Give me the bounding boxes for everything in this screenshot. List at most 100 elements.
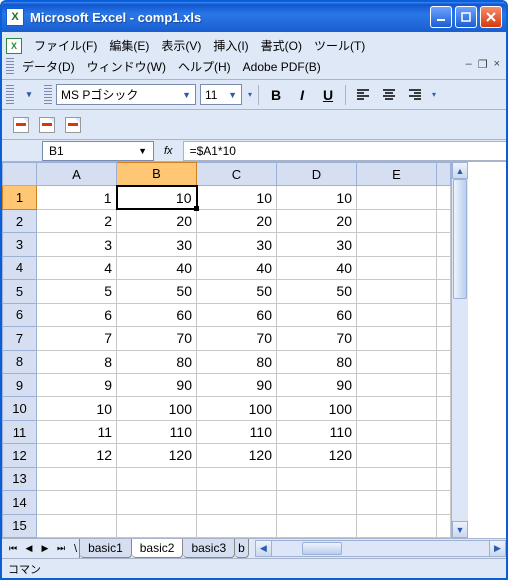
- cell-C9[interactable]: 90: [197, 373, 277, 396]
- cell-E4[interactable]: [357, 256, 437, 279]
- spreadsheet-grid[interactable]: ABCDE11101010222020203330303044404040555…: [2, 162, 451, 538]
- row-header-15[interactable]: 15: [3, 514, 37, 537]
- row-header-1[interactable]: 1: [3, 186, 37, 209]
- formula-input[interactable]: =$A1*10: [183, 141, 506, 161]
- cell-partial[interactable]: [437, 397, 451, 420]
- cell-C11[interactable]: 110: [197, 420, 277, 443]
- cell-D11[interactable]: 110: [277, 420, 357, 443]
- cell-partial[interactable]: [437, 491, 451, 514]
- row-header-10[interactable]: 10: [3, 397, 37, 420]
- cell-B8[interactable]: 80: [117, 350, 197, 373]
- cell-partial[interactable]: [437, 350, 451, 373]
- cell-C15[interactable]: [197, 514, 277, 537]
- cell-D10[interactable]: 100: [277, 397, 357, 420]
- column-header-A[interactable]: A: [37, 163, 117, 186]
- cell-A3[interactable]: 3: [37, 233, 117, 256]
- select-all-corner[interactable]: [3, 163, 37, 186]
- cell-B6[interactable]: 60: [117, 303, 197, 326]
- menu-edit[interactable]: 編集(E): [103, 35, 155, 56]
- workbook-icon[interactable]: X: [6, 38, 22, 54]
- menu-help[interactable]: ヘルプ(H): [172, 56, 237, 77]
- cell-B11[interactable]: 110: [117, 420, 197, 443]
- cell-B2[interactable]: 20: [117, 209, 197, 232]
- toolbar-grip[interactable]: [6, 58, 14, 76]
- cell-C7[interactable]: 70: [197, 327, 277, 350]
- scroll-down-button[interactable]: ▼: [452, 521, 468, 538]
- scroll-up-button[interactable]: ▲: [452, 162, 468, 179]
- cell-D12[interactable]: 120: [277, 444, 357, 467]
- cell-partial[interactable]: [437, 420, 451, 443]
- scroll-thumb[interactable]: [302, 542, 342, 555]
- cell-E11[interactable]: [357, 420, 437, 443]
- cell-D13[interactable]: [277, 467, 357, 490]
- column-header-B[interactable]: B: [117, 163, 197, 186]
- maximize-button[interactable]: [455, 6, 477, 28]
- cell-C4[interactable]: 40: [197, 256, 277, 279]
- bold-button[interactable]: B: [265, 84, 287, 106]
- cell-C1[interactable]: 10: [197, 186, 277, 209]
- cell-partial[interactable]: [437, 514, 451, 537]
- sheet-tab-basic1[interactable]: basic1: [80, 539, 132, 558]
- mdi-minimize-button[interactable]: –: [466, 58, 472, 71]
- sheet-tab-basic2[interactable]: basic2: [132, 539, 184, 558]
- scroll-track[interactable]: [272, 540, 489, 557]
- row-header-5[interactable]: 5: [3, 280, 37, 303]
- cell-E8[interactable]: [357, 350, 437, 373]
- cell-E7[interactable]: [357, 327, 437, 350]
- toolbar-grip[interactable]: [6, 85, 14, 105]
- tab-prev-button[interactable]: ◀: [22, 542, 36, 556]
- menu-insert[interactable]: 挿入(I): [207, 35, 254, 56]
- cell-C2[interactable]: 20: [197, 209, 277, 232]
- cell-partial[interactable]: [437, 373, 451, 396]
- cell-A15[interactable]: [37, 514, 117, 537]
- cell-E12[interactable]: [357, 444, 437, 467]
- cell-E5[interactable]: [357, 280, 437, 303]
- chevron-down-icon[interactable]: ▾: [432, 90, 436, 99]
- cell-D2[interactable]: 20: [277, 209, 357, 232]
- cell-A4[interactable]: 4: [37, 256, 117, 279]
- cell-C14[interactable]: [197, 491, 277, 514]
- cell-B5[interactable]: 50: [117, 280, 197, 303]
- toolbar-overflow-button[interactable]: ▾: [18, 84, 40, 106]
- column-header-D[interactable]: D: [277, 163, 357, 186]
- cell-C12[interactable]: 120: [197, 444, 277, 467]
- cell-D8[interactable]: 80: [277, 350, 357, 373]
- cell-partial[interactable]: [437, 280, 451, 303]
- cell-D7[interactable]: 70: [277, 327, 357, 350]
- cell-B3[interactable]: 30: [117, 233, 197, 256]
- name-box[interactable]: B1 ▼: [42, 141, 154, 161]
- scroll-track[interactable]: [452, 179, 468, 521]
- row-header-6[interactable]: 6: [3, 303, 37, 326]
- pdf-create-review-button[interactable]: [62, 114, 84, 136]
- cell-C10[interactable]: 100: [197, 397, 277, 420]
- cell-A10[interactable]: 10: [37, 397, 117, 420]
- cell-D15[interactable]: [277, 514, 357, 537]
- row-header-14[interactable]: 14: [3, 491, 37, 514]
- cell-A9[interactable]: 9: [37, 373, 117, 396]
- font-size-select[interactable]: 11 ▼: [200, 84, 242, 105]
- pdf-create-email-button[interactable]: [36, 114, 58, 136]
- menu-format[interactable]: 書式(O): [255, 35, 308, 56]
- tab-last-button[interactable]: ⏭: [54, 542, 68, 556]
- row-header-8[interactable]: 8: [3, 350, 37, 373]
- cell-partial[interactable]: [437, 209, 451, 232]
- menu-data[interactable]: データ(D): [16, 56, 81, 77]
- cell-E1[interactable]: [357, 186, 437, 209]
- cell-A8[interactable]: 8: [37, 350, 117, 373]
- cell-A14[interactable]: [37, 491, 117, 514]
- pdf-create-button[interactable]: [10, 114, 32, 136]
- cell-A7[interactable]: 7: [37, 327, 117, 350]
- minimize-button[interactable]: [430, 6, 452, 28]
- cell-A12[interactable]: 12: [37, 444, 117, 467]
- column-header-E[interactable]: E: [357, 163, 437, 186]
- row-header-2[interactable]: 2: [3, 209, 37, 232]
- cell-E6[interactable]: [357, 303, 437, 326]
- menu-view[interactable]: 表示(V): [155, 35, 207, 56]
- vertical-scrollbar[interactable]: ▲ ▼: [451, 162, 468, 538]
- cell-A2[interactable]: 2: [37, 209, 117, 232]
- cell-B15[interactable]: [117, 514, 197, 537]
- cell-E3[interactable]: [357, 233, 437, 256]
- cell-E2[interactable]: [357, 209, 437, 232]
- cell-B1[interactable]: 10: [117, 186, 197, 209]
- cell-B12[interactable]: 120: [117, 444, 197, 467]
